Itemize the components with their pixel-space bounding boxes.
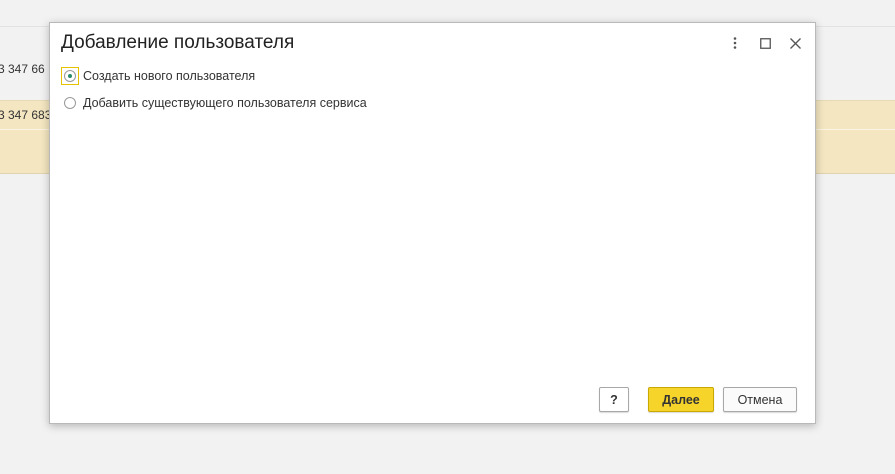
next-button[interactable]: Далее <box>648 387 714 412</box>
radio-frame <box>61 94 79 112</box>
list-row-value: 3 347 66 <box>0 62 45 76</box>
list-row-value: 3 347 683 <box>0 108 52 122</box>
cancel-button[interactable]: Отмена <box>723 387 797 412</box>
radio-focus-frame <box>61 67 79 85</box>
radio-dot <box>68 74 72 78</box>
help-button[interactable]: ? <box>599 387 629 412</box>
radio-label: Создать нового пользователя <box>83 69 256 83</box>
more-vertical-icon[interactable] <box>725 33 745 53</box>
radio-label: Добавить существующего пользователя серв… <box>83 96 367 110</box>
maximize-icon[interactable] <box>755 33 775 53</box>
radio-add-existing-service-user[interactable]: Добавить существующего пользователя серв… <box>61 94 367 112</box>
radio-unselected-icon[interactable] <box>64 97 76 109</box>
radio-create-new-user[interactable]: Создать нового пользователя <box>61 67 255 85</box>
dialog-title: Добавление пользователя <box>61 32 295 53</box>
close-icon[interactable] <box>785 33 805 53</box>
add-user-dialog: Добавление пользователя Создать нового п… <box>49 22 816 424</box>
dialog-title-tools <box>725 33 805 53</box>
radio-selected-icon[interactable] <box>64 70 76 82</box>
